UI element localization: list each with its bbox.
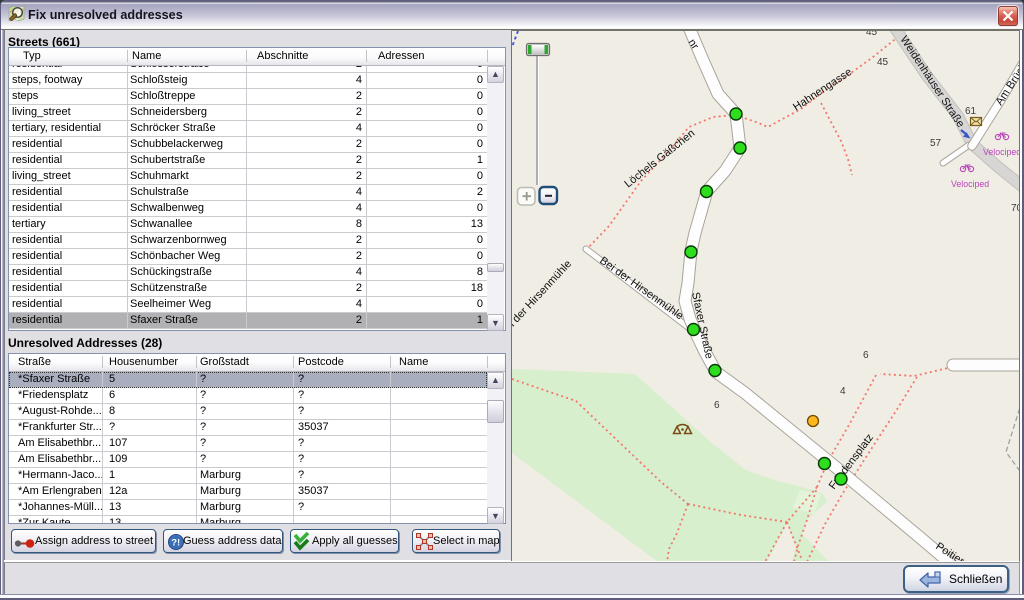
- svg-text:45: 45: [877, 57, 889, 68]
- svg-text:Hahnengasse: Hahnengasse: [791, 66, 854, 113]
- svg-text:Bei der Hirsenmühle: Bei der Hirsenmühle: [512, 258, 574, 339]
- svg-text:70: 70: [1011, 203, 1020, 214]
- svg-text:Velociped: Velociped: [951, 179, 989, 189]
- svg-text:4: 4: [840, 386, 846, 397]
- svg-text:61: 61: [965, 106, 977, 117]
- svg-text:45: 45: [866, 31, 878, 38]
- svg-text:Löchels Gäßchen: Löchels Gäßchen: [622, 127, 697, 190]
- svg-text:57: 57: [930, 138, 942, 149]
- svg-text:Bei der Hirsenmühle: Bei der Hirsenmühle: [597, 255, 685, 323]
- svg-text:Am Brück: Am Brück: [993, 61, 1020, 108]
- svg-text:?!: ?!: [171, 538, 180, 549]
- svg-text:6: 6: [714, 400, 720, 411]
- svg-text:Velociped: Velociped: [983, 147, 1020, 157]
- svg-text:6: 6: [863, 350, 869, 361]
- svg-text:Weidenhäuser Straße: Weidenhäuser Straße: [897, 34, 966, 130]
